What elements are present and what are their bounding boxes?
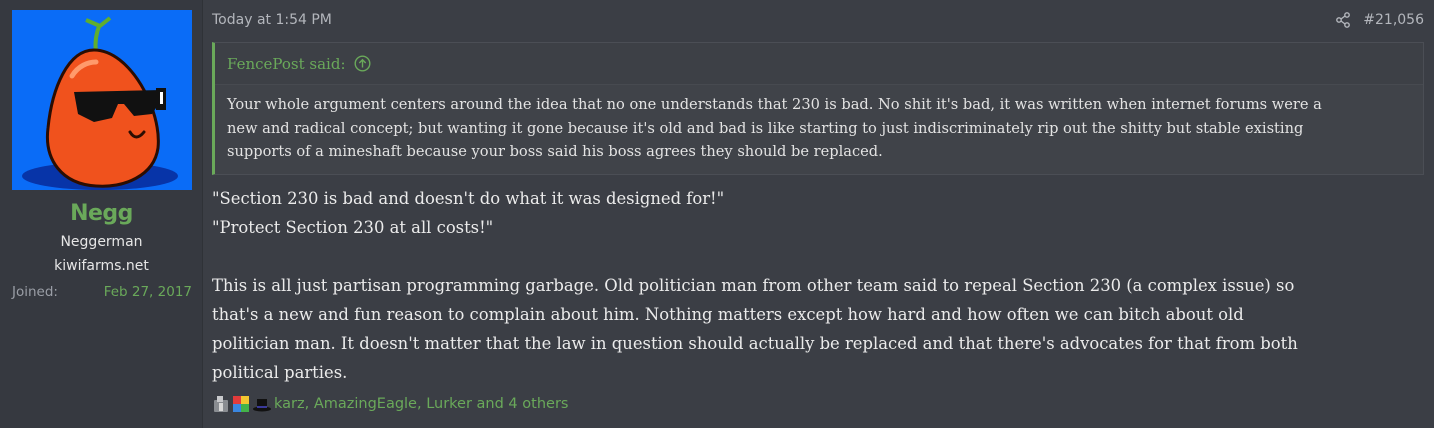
reaction-icons[interactable] <box>212 395 271 413</box>
message-line: "Section 230 is bad and doesn't do what … <box>212 189 725 208</box>
arrow-up-circle-icon[interactable] <box>354 55 371 72</box>
quote-header[interactable]: FencePost said: <box>215 43 1423 85</box>
message-line: "Protect Section 230 at all costs!" <box>212 218 494 237</box>
joined-date: Feb 27, 2017 <box>103 284 192 300</box>
joined-row: Joined: Feb 27, 2017 <box>12 284 192 300</box>
quote-block: FencePost said: Your whole argument cent… <box>212 42 1424 175</box>
quote-text: Your whole argument centers around the i… <box>215 85 1423 164</box>
message-line: This is all just partisan programming ga… <box>212 276 1295 295</box>
avatar[interactable] <box>12 10 192 190</box>
post-main: Today at 1:54 PM #21,056 FencePost said: <box>212 0 1426 428</box>
quote-line: new and radical concept; but wanting it … <box>227 119 1304 137</box>
autism-puzzle-icon <box>232 395 250 413</box>
message-line: politician man. It doesn't matter that t… <box>212 334 1298 353</box>
message-body: "Section 230 is bad and doesn't do what … <box>212 184 1426 387</box>
quote-author[interactable]: FencePost said: <box>227 55 346 73</box>
post-number-link[interactable]: #21,056 <box>1363 12 1424 28</box>
joined-label: Joined: <box>12 284 58 300</box>
egg-sunglasses-icon <box>12 10 192 190</box>
top-hat-icon <box>252 395 271 413</box>
post-date[interactable]: Today at 1:54 PM <box>212 12 332 28</box>
share-icon[interactable] <box>1335 12 1351 28</box>
user-title: Neggerman <box>60 234 143 250</box>
quote-line: supports of a mineshaft because your bos… <box>227 143 883 160</box>
message-line: that's a new and fun reason to complain … <box>212 305 1244 324</box>
reaction-users[interactable]: karz, AmazingEagle, Lurker and 4 others <box>274 396 568 412</box>
user-banner: kiwifarms.net <box>54 258 149 274</box>
post-actions: #21,056 <box>1335 12 1424 28</box>
user-sidebar: Negg Neggerman kiwifarms.net Joined: Feb… <box>0 0 203 428</box>
reactions-bar: karz, AmazingEagle, Lurker and 4 others <box>212 395 568 413</box>
username[interactable]: Negg <box>0 201 203 226</box>
quote-line: Your whole argument centers around the i… <box>227 96 1322 113</box>
forum-post: Negg Neggerman kiwifarms.net Joined: Feb… <box>0 0 1434 428</box>
message-line: political parties. <box>212 363 348 382</box>
cross-meme-icon <box>212 395 230 413</box>
